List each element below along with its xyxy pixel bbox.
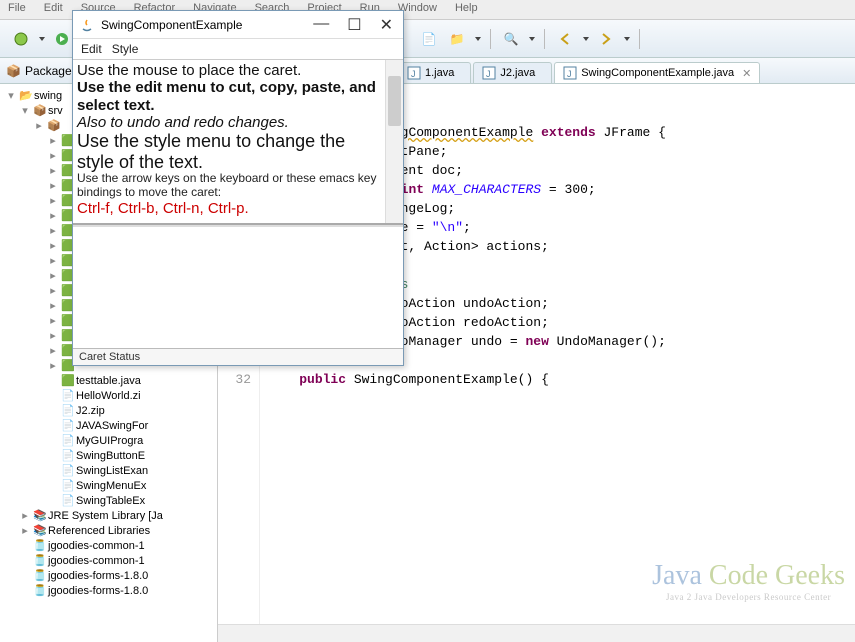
svg-text:J: J <box>411 69 416 79</box>
editor-tab[interactable]: JJ2.java <box>473 62 552 83</box>
toolbar-debug-icon[interactable] <box>10 28 32 50</box>
text-line[interactable]: Use the arrow keys on the keyboard or th… <box>77 172 381 200</box>
toolbar-folder-icon[interactable]: 📁 <box>446 28 468 50</box>
tree-item[interactable]: 📄SwingListExan <box>0 463 217 478</box>
text-pane[interactable]: Use the mouse to place the caret.Use the… <box>73 60 403 225</box>
swing-app-window: SwingComponentExample — ☐ ✕ Edit Style Us… <box>72 10 404 366</box>
package-icon: 📦 <box>6 64 21 78</box>
status-bar: Caret Status <box>73 348 403 365</box>
text-line[interactable]: Ctrl-f, Ctrl-b, Ctrl-n, Ctrl-p. <box>77 200 381 217</box>
toolbar-search-icon[interactable]: 🔍 <box>500 28 522 50</box>
tree-item[interactable]: 🟩testtable.java <box>0 373 217 388</box>
close-tab-icon[interactable]: ✕ <box>742 67 751 80</box>
tree-item[interactable]: 📄SwingMenuEx <box>0 478 217 493</box>
swing-menu-edit[interactable]: Edit <box>81 42 102 56</box>
tree-item[interactable]: 🫙jgoodies-common-1 <box>0 538 217 553</box>
java-icon <box>79 17 95 33</box>
svg-text:J: J <box>567 69 572 79</box>
tree-item[interactable]: ▸📚Referenced Libraries <box>0 523 217 538</box>
toolbar-new-icon[interactable]: 📄 <box>418 28 440 50</box>
tree-item[interactable]: 📄JAVASwingFor <box>0 418 217 433</box>
horizontal-scrollbar[interactable] <box>218 624 855 642</box>
java-file-icon: J <box>482 66 496 80</box>
svg-text:J: J <box>486 69 491 79</box>
editor-tab[interactable]: J1.java <box>398 62 471 83</box>
tree-item[interactable]: 📄MyGUIProgra <box>0 433 217 448</box>
java-file-icon: J <box>563 66 577 80</box>
tree-item[interactable]: 📄HelloWorld.zi <box>0 388 217 403</box>
toolbar-run-icon[interactable] <box>51 28 73 50</box>
window-titlebar[interactable]: SwingComponentExample — ☐ ✕ <box>73 11 403 39</box>
tree-item[interactable]: 📄J2.zip <box>0 403 217 418</box>
tree-item[interactable]: 🫙jgoodies-forms-1.8.0 <box>0 583 217 598</box>
toolbar-forward-icon[interactable] <box>595 28 617 50</box>
text-line[interactable]: Use the mouse to place the caret. <box>77 62 381 79</box>
java-file-icon: J <box>407 66 421 80</box>
tree-item[interactable]: 🫙jgoodies-common-1 <box>0 553 217 568</box>
minimize-button[interactable]: — <box>313 15 329 35</box>
tree-item[interactable]: ▸📚JRE System Library [Ja <box>0 508 217 523</box>
maximize-button[interactable]: ☐ <box>347 15 361 35</box>
tree-item[interactable]: 📄SwingTableEx <box>0 493 217 508</box>
toolbar-back-icon[interactable] <box>554 28 576 50</box>
text-line[interactable]: Also to undo and redo changes. <box>77 114 381 131</box>
vertical-scrollbar[interactable] <box>385 60 403 223</box>
menu-edit[interactable]: Edit <box>40 2 67 17</box>
window-title-text: SwingComponentExample <box>101 18 242 32</box>
text-line[interactable]: Use the edit menu to cut, copy, paste, a… <box>77 79 381 114</box>
swing-menu-style[interactable]: Style <box>112 42 139 56</box>
tree-item[interactable]: 🫙jgoodies-forms-1.8.0 <box>0 568 217 583</box>
tree-item[interactable]: 📄SwingButtonE <box>0 448 217 463</box>
menu-help[interactable]: Help <box>451 2 482 17</box>
text-line[interactable]: Use the style menu to change the style o… <box>77 131 381 172</box>
change-log-area[interactable] <box>73 225 403 348</box>
swing-menubar: Edit Style <box>73 39 403 60</box>
close-button[interactable]: ✕ <box>380 15 393 35</box>
menu-file[interactable]: File <box>4 2 30 17</box>
editor-tab[interactable]: JSwingComponentExample.java✕ <box>554 62 760 83</box>
